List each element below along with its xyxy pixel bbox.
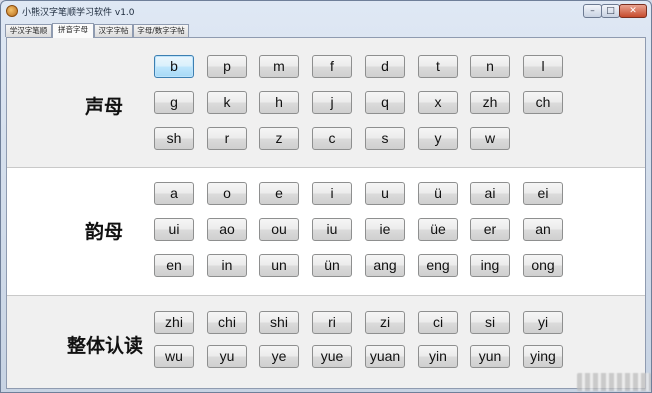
pinyin-key-button[interactable]: yi — [523, 311, 563, 334]
pinyin-key-button[interactable]: ang — [365, 254, 405, 277]
pinyin-key-button[interactable]: yuan — [365, 345, 405, 368]
pinyin-key-button[interactable]: iu — [312, 218, 352, 241]
pinyin-key-button[interactable]: q — [365, 91, 405, 114]
pinyin-key-button[interactable]: e — [259, 182, 299, 205]
pinyin-key-button[interactable]: ie — [365, 218, 405, 241]
pinyin-key-button[interactable]: h — [259, 91, 299, 114]
blurred-watermark — [577, 373, 651, 391]
pinyin-key-button[interactable]: d — [365, 55, 405, 78]
zhengti-label: 整体认读 — [67, 335, 144, 357]
pinyin-key-button[interactable]: l — [523, 55, 563, 78]
pinyin-key-button[interactable]: ying — [523, 345, 563, 368]
pinyin-key-button[interactable]: a — [154, 182, 194, 205]
pinyin-key-button[interactable]: f — [312, 55, 352, 78]
tab-letter-number-copybook[interactable]: 字母/数字字帖 — [133, 24, 189, 37]
close-button[interactable]: ✕ — [619, 4, 647, 18]
minimize-button[interactable]: – — [583, 4, 602, 18]
pinyin-key-button[interactable]: n — [470, 55, 510, 78]
pinyin-key-button[interactable]: yin — [418, 345, 458, 368]
pinyin-key-button[interactable]: er — [470, 218, 510, 241]
pinyin-key-button[interactable]: k — [207, 91, 247, 114]
yunmu-section: 韵母 a o e i u ü ai ei ui ao ou iu ie üe er an en in un ün ang… — [7, 168, 645, 296]
pinyin-key-button[interactable]: ri — [312, 311, 352, 334]
pinyin-key-button[interactable]: an — [523, 218, 563, 241]
yunmu-label: 韵母 — [85, 221, 124, 243]
pinyin-key-button[interactable]: ou — [259, 218, 299, 241]
pinyin-key-button[interactable]: ing — [470, 254, 510, 277]
pinyin-key-button[interactable]: z — [259, 127, 299, 150]
window-title: 小熊汉字笔顺学习软件 v1.0 — [22, 8, 135, 18]
tab-pinyin[interactable]: 拼音字母 — [52, 23, 94, 38]
pinyin-key-button[interactable]: ai — [470, 182, 510, 205]
pinyin-key-button[interactable]: p — [207, 55, 247, 78]
pinyin-key-button[interactable]: x — [418, 91, 458, 114]
pinyin-key-button[interactable]: g — [154, 91, 194, 114]
pinyin-key-button[interactable]: u — [365, 182, 405, 205]
pinyin-key-button[interactable]: zhi — [154, 311, 194, 334]
pinyin-key-button[interactable]: s — [365, 127, 405, 150]
pinyin-key-button[interactable]: ui — [154, 218, 194, 241]
pinyin-key-button[interactable]: i — [312, 182, 352, 205]
pinyin-key-button[interactable]: j — [312, 91, 352, 114]
pinyin-key-button[interactable]: y — [418, 127, 458, 150]
pinyin-key-button[interactable]: t — [418, 55, 458, 78]
pinyin-key-button[interactable]: o — [207, 182, 247, 205]
pinyin-key-button[interactable]: un — [259, 254, 299, 277]
zhengti-section: 整体认读 zhi chi shi ri zi ci si yi wu yu ye yue yuan yin… — [7, 296, 645, 388]
pinyin-key-button[interactable]: si — [470, 311, 510, 334]
pinyin-key-button[interactable]: yun — [470, 345, 510, 368]
pinyin-key-button[interactable]: shi — [259, 311, 299, 334]
pinyin-key-button[interactable]: in — [207, 254, 247, 277]
pinyin-key-button[interactable]: w — [470, 127, 510, 150]
pinyin-key-button[interactable]: ei — [523, 182, 563, 205]
app-window: 小熊汉字笔顺学习软件 v1.0 – □ ✕ 学汉字笔顺 拼音字母 汉字字帖 字母… — [0, 0, 652, 393]
pinyin-key-button[interactable]: m — [259, 55, 299, 78]
pinyin-key-button[interactable]: ch — [523, 91, 563, 114]
tab-stroke-order[interactable]: 学汉字笔顺 — [5, 24, 52, 37]
tab-hanzi-copybook[interactable]: 汉字字帖 — [94, 24, 133, 37]
pinyin-key-button[interactable]: wu — [154, 345, 194, 368]
pinyin-key-button[interactable]: ye — [259, 345, 299, 368]
shengmu-section: 声母 b p m f d t n l g k h j q x zh ch sh r z c s y w — [7, 38, 645, 168]
pinyin-key-button[interactable]: zi — [365, 311, 405, 334]
pinyin-key-button[interactable]: ao — [207, 218, 247, 241]
pinyin-key-button[interactable]: b — [154, 55, 194, 78]
pinyin-key-button[interactable]: ün — [312, 254, 352, 277]
shengmu-label: 声母 — [85, 96, 124, 118]
pinyin-key-button[interactable]: en — [154, 254, 194, 277]
title-bar[interactable]: 小熊汉字笔顺学习软件 v1.0 – □ ✕ — [1, 1, 651, 22]
maximize-button[interactable]: □ — [601, 4, 620, 18]
pinyin-key-button[interactable]: sh — [154, 127, 194, 150]
pinyin-key-button[interactable]: eng — [418, 254, 458, 277]
pinyin-key-button[interactable]: chi — [207, 311, 247, 334]
pinyin-key-button[interactable]: zh — [470, 91, 510, 114]
pinyin-key-button[interactable]: üe — [418, 218, 458, 241]
pinyin-panel: 声母 b p m f d t n l g k h j q x zh ch sh r z c s y w 韵母 aoeiuüa… — [6, 37, 646, 389]
pinyin-key-button[interactable]: r — [207, 127, 247, 150]
pinyin-key-button[interactable]: yu — [207, 345, 247, 368]
pinyin-key-button[interactable]: ci — [418, 311, 458, 334]
pinyin-key-button[interactable]: ü — [418, 182, 458, 205]
pinyin-key-button[interactable]: ong — [523, 254, 563, 277]
bear-app-icon — [6, 5, 18, 17]
pinyin-key-button[interactable]: yue — [312, 345, 352, 368]
pinyin-key-button[interactable]: c — [312, 127, 352, 150]
